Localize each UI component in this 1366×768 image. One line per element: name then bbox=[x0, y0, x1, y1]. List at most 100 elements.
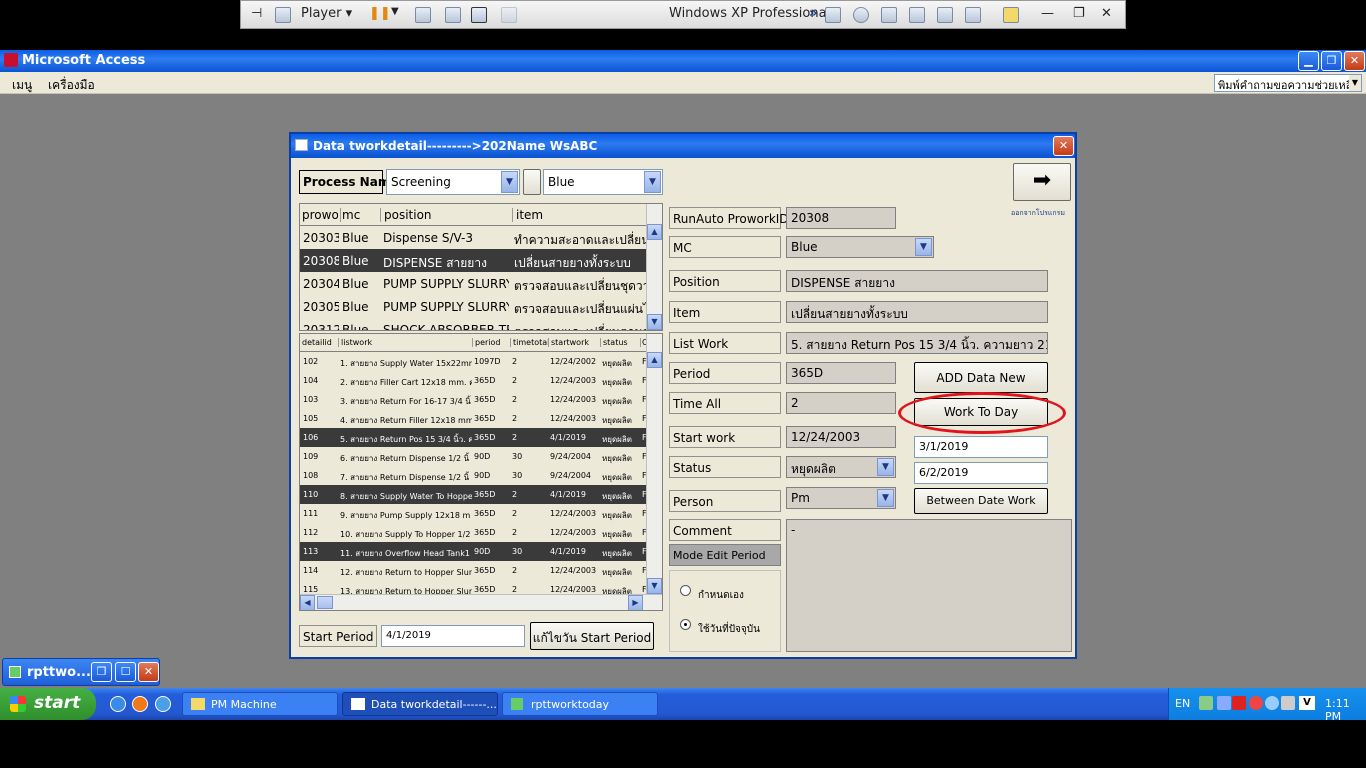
table-row[interactable]: 112 10. สายยาง Supply To Hopper 1/2 365D 2 1… bbox=[300, 523, 648, 542]
restore-button[interactable]: ❐ bbox=[1321, 51, 1342, 71]
unity-icon[interactable] bbox=[501, 7, 517, 23]
table-row[interactable]: 113 11. สายยาง Overflow Head Tank1 90D 30 4/… bbox=[300, 542, 648, 561]
restore-icon[interactable]: ❐ bbox=[1073, 6, 1085, 21]
scroll-down-icon[interactable]: ▼ bbox=[647, 314, 662, 330]
pause-icon[interactable]: ❚❚ bbox=[369, 6, 391, 21]
listwork-field[interactable]: 5. สายยาง Return Pos 15 3/4 นิ้ว. ความยา… bbox=[786, 332, 1048, 354]
column-header[interactable]: item bbox=[512, 208, 648, 222]
chevron-down-icon[interactable]: ▼ bbox=[877, 489, 894, 507]
minimize-icon[interactable]: — bbox=[1041, 6, 1054, 21]
table-row[interactable]: 20312 Blue SHOCK ABSORBER TRIMMI ตรวจสอบ… bbox=[300, 318, 648, 330]
period-field[interactable]: 365D bbox=[786, 362, 896, 384]
network-icon[interactable] bbox=[909, 7, 925, 23]
task-pm-machine[interactable]: PM Machine bbox=[182, 692, 338, 716]
status-combo[interactable]: หยุดผลิต ▼ bbox=[786, 456, 896, 478]
table-row[interactable]: 108 7. สายยาง Return Dispense 1/2 นิ้ 90D 3… bbox=[300, 466, 648, 485]
table-row[interactable]: 110 8. สายยาง Supply Water To Hoppe 365D 2 4… bbox=[300, 485, 648, 504]
process-name-combo[interactable]: Screening ▼ bbox=[386, 169, 520, 195]
column-header[interactable]: status bbox=[600, 338, 640, 347]
tray-vm-icon[interactable]: V bbox=[1299, 696, 1315, 710]
startwork-field[interactable]: 12/24/2003 bbox=[786, 426, 896, 448]
table-row[interactable]: 111 9. สายยาง Pump Supply 12x18 m 365D 2 12/… bbox=[300, 504, 648, 523]
table-row[interactable]: 104 2. สายยาง Filler Cart 12x18 mm. ค 365D… bbox=[300, 371, 648, 390]
add-data-new-button[interactable]: ADD Data New bbox=[914, 362, 1048, 393]
task-data-tworkdetail[interactable]: Data tworkdetail------... bbox=[342, 692, 498, 716]
table-row[interactable]: 102 1. สายยาง Supply Water 15x22mm 1097D 2 1… bbox=[300, 352, 648, 371]
close-icon[interactable]: ✕ bbox=[1101, 6, 1112, 21]
tray-volume-icon[interactable] bbox=[1265, 696, 1279, 710]
double-chevron-icon[interactable]: » bbox=[809, 6, 817, 21]
column-header[interactable]: startwork bbox=[548, 338, 600, 347]
player-menu[interactable]: Player ▾ bbox=[301, 6, 352, 21]
exit-button[interactable]: ➡ bbox=[1013, 163, 1071, 201]
app-icon[interactable] bbox=[155, 696, 171, 712]
tray-shield-icon[interactable] bbox=[1217, 696, 1231, 710]
edit-start-period-button[interactable]: แก้ไขวัน Start Period bbox=[530, 622, 654, 650]
language-indicator[interactable]: EN bbox=[1175, 697, 1190, 710]
comment-field[interactable]: - bbox=[786, 519, 1072, 652]
scroll-up-icon[interactable]: ▲ bbox=[647, 224, 662, 240]
task-rpttworktoday[interactable]: rpttworktoday bbox=[502, 692, 658, 716]
table-row[interactable]: 109 6. สายยาง Return Dispense 1/2 นิ้ 90D 3… bbox=[300, 447, 648, 466]
minimize-button[interactable]: ▁ bbox=[1298, 51, 1319, 71]
mc-combo[interactable]: Blue ▼ bbox=[786, 236, 934, 258]
radio-today[interactable] bbox=[680, 619, 691, 630]
column-header[interactable]: prowor bbox=[302, 208, 338, 222]
column-header[interactable]: position bbox=[380, 208, 510, 222]
fullscreen-icon[interactable] bbox=[471, 7, 487, 23]
table-row[interactable]: 105 4. สายยาง Return Filler 12x18 mm. 365D… bbox=[300, 409, 648, 428]
column-header[interactable]: detailid bbox=[302, 338, 338, 347]
position-field[interactable]: DISPENSE สายยาง bbox=[786, 270, 1048, 292]
table-row[interactable]: 114 12. สายยาง Return to Hopper Slur 365D 2… bbox=[300, 561, 648, 580]
form-close-button[interactable]: ✕ bbox=[1053, 136, 1074, 156]
column-header[interactable]: period bbox=[472, 338, 510, 347]
column-header[interactable]: listwork bbox=[338, 338, 472, 347]
floppy-icon[interactable] bbox=[881, 7, 897, 23]
pause-dropdown-icon[interactable]: ▼ bbox=[391, 6, 399, 17]
prowork-list[interactable]: prowor mc position item 20303 Blue Dispe… bbox=[299, 203, 663, 331]
restore-button[interactable]: ❐ bbox=[91, 662, 112, 682]
close-button[interactable]: ✕ bbox=[1344, 51, 1365, 71]
detail-list-scrollbar[interactable]: ▲ ▼ bbox=[646, 334, 662, 594]
pin-icon[interactable]: ⊣ bbox=[251, 6, 262, 21]
date-from-input[interactable]: 3/1/2019 bbox=[914, 436, 1048, 458]
firefox-icon[interactable] bbox=[132, 696, 148, 712]
tray-network-icon[interactable] bbox=[1199, 696, 1213, 710]
chevron-down-icon[interactable]: ▼ bbox=[915, 238, 932, 256]
chevron-down-icon[interactable]: ▼ bbox=[501, 171, 518, 193]
help-search-box[interactable]: พิมพ์คำถามขอความช่วยเหลือ ▼ bbox=[1214, 74, 1362, 92]
tray-display-icon[interactable] bbox=[1281, 696, 1295, 710]
scroll-down-icon[interactable]: ▼ bbox=[647, 578, 662, 594]
scroll-up-icon[interactable]: ▲ bbox=[647, 352, 662, 368]
start-period-input[interactable]: 4/1/2019 bbox=[381, 625, 525, 647]
date-to-input[interactable]: 6/2/2019 bbox=[914, 462, 1048, 484]
between-date-work-button[interactable]: Between Date Work bbox=[914, 488, 1048, 514]
item-field[interactable]: เปลี่ยนสายยางทั้งระบบ bbox=[786, 301, 1048, 323]
hdd-icon[interactable] bbox=[825, 7, 841, 23]
top-list-scrollbar[interactable]: ▲ ▼ bbox=[646, 204, 662, 330]
table-row[interactable]: 20304 Blue PUMP SUPPLY SLURRY-1 ตรวจสอบแ… bbox=[300, 272, 648, 295]
close-button[interactable]: ✕ bbox=[138, 662, 159, 682]
sound-icon[interactable] bbox=[965, 7, 981, 23]
table-row[interactable]: 103 3. สายยาง Return For 16-17 3/4 นิ้ 365… bbox=[300, 390, 648, 409]
help-dropdown-icon[interactable]: ▼ bbox=[1349, 75, 1361, 91]
scroll-left-icon[interactable]: ◀ bbox=[300, 595, 315, 610]
menu-item-tools[interactable]: เครื่องมือ bbox=[48, 76, 95, 95]
blank-button[interactable] bbox=[523, 169, 541, 195]
start-button[interactable]: start bbox=[0, 688, 96, 720]
tray-acrobat-icon[interactable] bbox=[1232, 696, 1246, 710]
message-icon[interactable] bbox=[1003, 7, 1019, 23]
maximize-button[interactable]: ☐ bbox=[115, 662, 136, 682]
table-row-selected[interactable]: 20308 Blue DISPENSE สายยาง เปลี่ยนสายยาง… bbox=[300, 249, 648, 272]
removable-devices-icon[interactable] bbox=[445, 7, 461, 23]
tray-sync-icon[interactable] bbox=[1249, 696, 1263, 710]
color-combo[interactable]: Blue ▼ bbox=[543, 169, 663, 195]
menu-item-menu[interactable]: เมนู bbox=[12, 76, 32, 95]
chevron-down-icon[interactable]: ▼ bbox=[877, 458, 894, 476]
send-ctrl-alt-del-icon[interactable] bbox=[415, 7, 431, 23]
table-row[interactable]: 106 5. สายยาง Return Pos 15 3/4 นิ้ว. ค 36… bbox=[300, 428, 648, 447]
column-header[interactable]: timetotal bbox=[510, 338, 548, 347]
runauto-field[interactable]: 20308 bbox=[786, 207, 896, 229]
table-row[interactable]: 20303 Blue Dispense S/V-3 ทำความสะอาดและ… bbox=[300, 226, 648, 249]
radio-manual[interactable] bbox=[680, 585, 691, 596]
